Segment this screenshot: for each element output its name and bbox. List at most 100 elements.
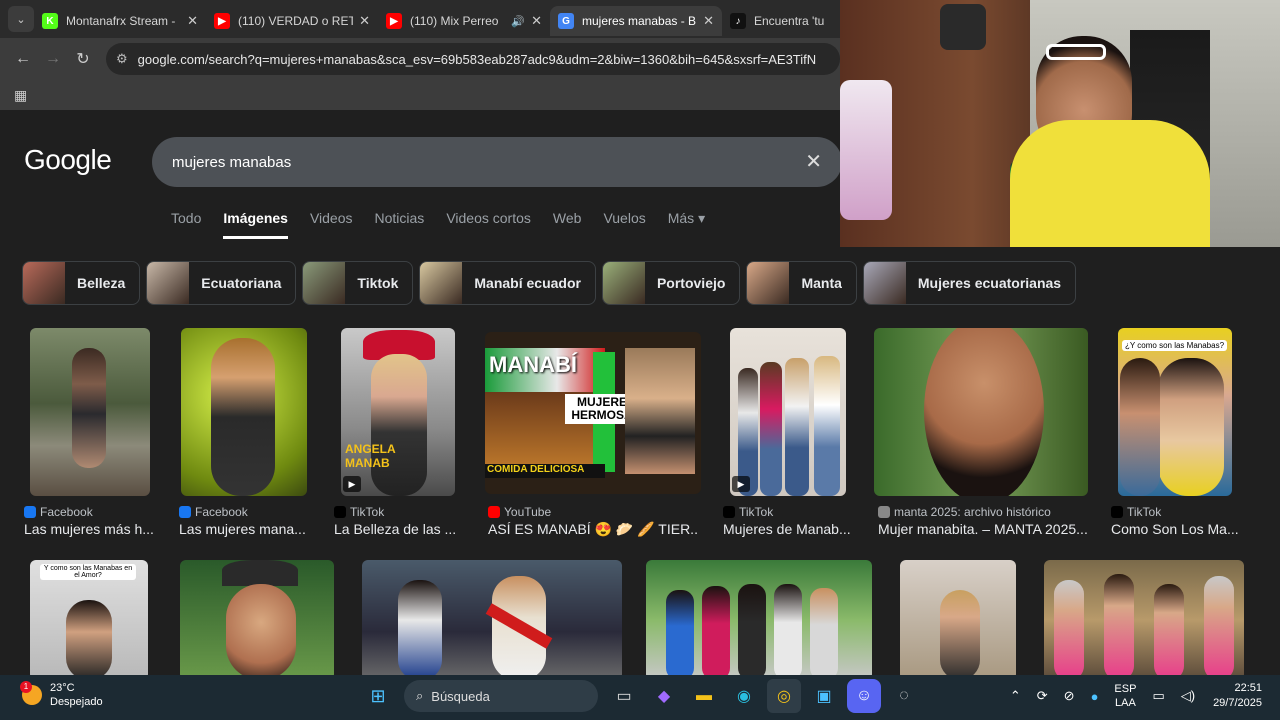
result-image[interactable]: ▶	[730, 328, 846, 496]
result-image[interactable]	[874, 328, 1088, 496]
filter-chips: Belleza Ecuatoriana Tiktok Manabí ecuador Po…	[22, 261, 1082, 305]
volume-icon[interactable]: ◁)	[1181, 688, 1195, 704]
result-source[interactable]: YouTube	[488, 505, 551, 519]
reload-button[interactable]: ↻	[68, 49, 98, 69]
language-indicator[interactable]: ESP LAA	[1114, 682, 1136, 710]
search-icon: ⌕	[416, 688, 424, 703]
source-name: manta 2025: archivo histórico	[894, 505, 1051, 519]
result-source[interactable]: TikTok	[1111, 505, 1161, 519]
browser-tab[interactable]: ▶ (110) VERDAD o RETO ✕	[206, 6, 378, 36]
notification-badge: 1	[20, 681, 32, 693]
clear-search-icon[interactable]: ✕	[805, 149, 822, 174]
file-explorer-button[interactable]: ▬	[687, 679, 721, 713]
filter-chip[interactable]: Portoviejo	[601, 261, 741, 305]
taskbar-search[interactable]: ⌕ Búsqueda	[404, 680, 598, 712]
sync-icon[interactable]: ⟳	[1037, 688, 1048, 704]
browser-tab[interactable]: ♪ Encuentra 'tusna	[722, 6, 832, 36]
google-logo[interactable]: Google	[24, 144, 112, 176]
source-name: TikTok	[1127, 505, 1162, 519]
result-caption[interactable]: Las mujeres más h...	[24, 521, 154, 537]
result-image[interactable]	[646, 560, 872, 680]
apps-grid-icon[interactable]: ▦	[14, 87, 27, 104]
tab-favicon-icon: K	[42, 13, 58, 29]
search-tab[interactable]: Todo	[171, 210, 201, 239]
discord-button[interactable]: ☺	[847, 679, 881, 713]
edge-button[interactable]: ◉	[727, 679, 761, 713]
tab-strip: ⌄ K Montanafrx Stream - ✕ ▶ (110) VERDAD o R…	[0, 0, 840, 38]
speaker-icon[interactable]: 🔊	[511, 15, 525, 28]
result-image[interactable]: ANGELA MANAB ▶	[341, 328, 455, 496]
result-image[interactable]	[181, 328, 307, 496]
search-tab[interactable]: Videos	[310, 210, 353, 239]
search-tab[interactable]: Más ▾	[668, 210, 705, 239]
filter-chip[interactable]: Belleza	[22, 261, 141, 305]
source-favicon-icon	[334, 506, 346, 518]
site-settings-icon[interactable]: ⚙	[116, 51, 128, 67]
weather-widget[interactable]: 1 23°C Despejado	[20, 681, 103, 709]
tiktok-overlay: ¿Y como son las Manabas?	[1122, 340, 1228, 351]
close-tab-icon[interactable]: ✕	[703, 13, 714, 29]
reload-icon: ↻	[76, 51, 90, 68]
result-caption[interactable]: Mujeres de Manab...	[723, 521, 851, 537]
result-caption[interactable]: ASÍ ES MANABÍ 😍 🥟 🥖 TIER...	[488, 521, 698, 538]
task-view-button[interactable]: ▭	[607, 679, 641, 713]
tab-search-button[interactable]: ⌄	[8, 6, 34, 32]
result-image[interactable]	[180, 560, 334, 680]
result-source[interactable]: TikTok	[334, 505, 384, 519]
filter-chip[interactable]: Tiktok	[302, 261, 414, 305]
task-view-icon: ▭	[616, 688, 632, 705]
result-image[interactable]: Y como son las Manabas en el Amor?	[30, 560, 148, 680]
filter-chip[interactable]: Manabí ecuador	[419, 261, 596, 305]
search-tab[interactable]: Vuelos	[603, 210, 645, 239]
close-tab-icon[interactable]: ✕	[187, 13, 198, 29]
filter-chip[interactable]: Mujeres ecuatorianas	[862, 261, 1077, 305]
obs-button[interactable]: ◌	[887, 679, 921, 713]
filter-chip[interactable]: Ecuatoriana	[146, 261, 297, 305]
store-button[interactable]: ▣	[807, 679, 841, 713]
clock[interactable]: 22:51 29/7/2025	[1213, 681, 1262, 711]
search-tab[interactable]: Noticias	[375, 210, 425, 239]
close-tab-icon[interactable]: ✕	[359, 13, 370, 29]
network-icon[interactable]: ▭	[1152, 688, 1164, 704]
filter-chip[interactable]: Manta	[746, 261, 857, 305]
close-tab-icon[interactable]: ✕	[531, 13, 542, 29]
search-tab[interactable]: Videos cortos	[446, 210, 531, 239]
microphone-icon[interactable]: ●	[1091, 689, 1099, 704]
forward-button[interactable]: →	[38, 50, 68, 68]
tab-title: (110) Mix Perreo	[410, 14, 499, 28]
browser-tab[interactable]: K Montanafrx Stream - ✕	[34, 6, 206, 36]
result-caption[interactable]: Las mujeres mana...	[179, 521, 306, 537]
result-source[interactable]: manta 2025: archivo histórico	[878, 505, 1051, 519]
result-source[interactable]: Facebook	[24, 505, 93, 519]
result-image[interactable]: ¿Y como son las Manabas?	[1118, 328, 1232, 496]
source-name: TikTok	[739, 505, 774, 519]
toolbar: ← → ↻ ⚙ google.com/search?q=mujeres+mana…	[0, 38, 840, 80]
search-tab[interactable]: Imágenes	[223, 210, 288, 239]
result-image[interactable]	[900, 560, 1016, 680]
camera-off-icon[interactable]: ⊘	[1064, 688, 1075, 704]
browser-tab[interactable]: Gmujeres manabas - B ✕	[550, 6, 722, 36]
chip-thumbnail	[420, 262, 463, 304]
result-image[interactable]	[30, 328, 150, 496]
webcam-overlay	[840, 0, 1280, 247]
chip-label: Ecuatoriana	[201, 275, 282, 291]
result-source[interactable]: TikTok	[723, 505, 773, 519]
store-icon: ▣	[816, 688, 832, 705]
result-caption[interactable]: La Belleza de las ...	[334, 521, 456, 537]
search-tab[interactable]: Web	[553, 210, 582, 239]
browser-tab[interactable]: ▶ (110) Mix Perreo 🔊 ✕	[378, 6, 550, 36]
copilot-button[interactable]: ◆	[647, 679, 681, 713]
address-bar[interactable]: ⚙ google.com/search?q=mujeres+manabas&sc…	[106, 43, 840, 75]
search-input[interactable]: mujeres manabas ✕	[152, 137, 842, 187]
result-caption[interactable]: Mujer manabita. – MANTA 2025...	[878, 521, 1088, 537]
chevron-up-icon[interactable]: ⌃	[1010, 688, 1021, 704]
start-button[interactable]: ⊞	[361, 679, 395, 713]
chip-label: Manabí ecuador	[474, 275, 581, 291]
result-image[interactable]	[1044, 560, 1244, 680]
result-image[interactable]: MANABÍ MUJERES HERMOSAS COMIDA DELICIOSA	[485, 332, 701, 494]
result-source[interactable]: Facebook	[179, 505, 248, 519]
back-button[interactable]: ←	[8, 50, 38, 68]
result-caption[interactable]: Como Son Los Ma...	[1111, 521, 1239, 537]
chrome-button[interactable]: ◎	[767, 679, 801, 713]
result-image[interactable]	[362, 560, 622, 680]
